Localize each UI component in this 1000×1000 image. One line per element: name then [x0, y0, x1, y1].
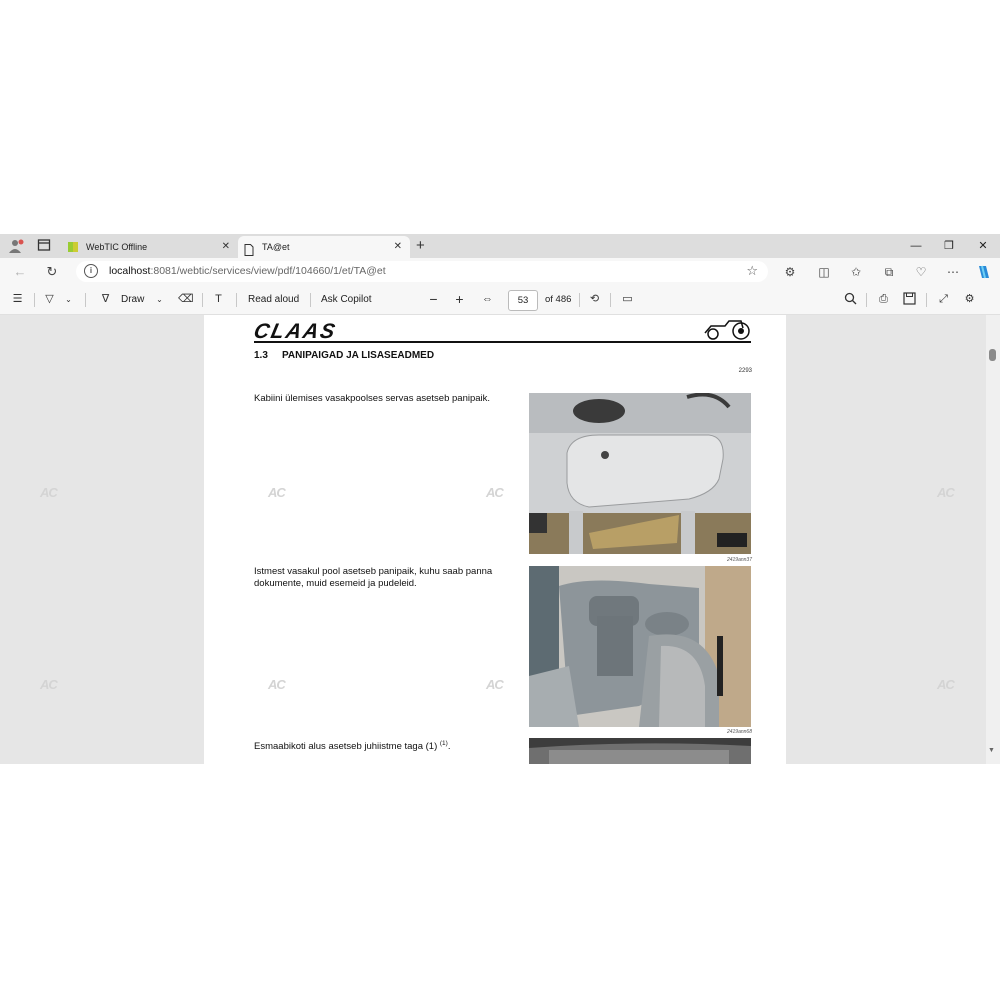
pdf-toolbar: ☰ ▽ ⌄ ∇ Draw ⌄ ⌫ T Read aloud Ask Copilo…: [0, 285, 1000, 315]
watermark: AC: [268, 677, 286, 692]
tab-strip: WebTIC Offline ✕ TA@et ✕ + — ❐ ✕: [0, 234, 1000, 258]
tab-webtic-offline[interactable]: WebTIC Offline ✕: [62, 236, 238, 258]
contents-icon[interactable]: ☰: [10, 292, 25, 307]
tab-ta-et[interactable]: TA@et ✕: [238, 236, 410, 258]
save-icon[interactable]: [902, 292, 917, 307]
watermark: AC: [486, 677, 504, 692]
paragraph: Esmaabikoti alus asetseb juhiistme taga …: [254, 740, 451, 753]
chevron-down-icon[interactable]: ⌄: [61, 292, 76, 307]
star-icon[interactable]: ☆: [746, 263, 758, 279]
page-total: of 486: [545, 294, 572, 305]
pdf-viewport[interactable]: AC AC AC AC AC AC AC AC CLAAS 1.3 PANIPA…: [0, 315, 1000, 764]
navigation-bar: ← ↻ i localhost:8081/webtic/services/vie…: [0, 258, 1000, 285]
back-icon[interactable]: ←: [12, 264, 28, 280]
separator: [34, 293, 35, 307]
text-icon[interactable]: T: [211, 292, 226, 307]
favorites-icon[interactable]: ✩: [848, 264, 864, 280]
first-aid-photo: [529, 738, 751, 764]
watermark: AC: [40, 677, 58, 692]
pdf-page: AC AC AC AC CLAAS 1.3 PANIPAIGAD JA LISA…: [204, 315, 786, 764]
eraser-icon[interactable]: ⌫: [178, 292, 194, 307]
rotate-icon[interactable]: ⟲: [587, 292, 602, 307]
separator: [866, 293, 867, 307]
image-caption: 2419ann37: [726, 557, 752, 563]
browser-window: WebTIC Offline ✕ TA@et ✕ + — ❐ ✕ ← ↻ i l…: [0, 234, 1000, 764]
info-icon[interactable]: i: [84, 264, 98, 278]
watermark: AC: [40, 485, 58, 500]
draw-button[interactable]: Draw: [121, 285, 144, 314]
page-view-icon[interactable]: ▭: [620, 292, 635, 307]
separator: [310, 293, 311, 307]
watermark: AC: [937, 677, 955, 692]
read-aloud-button[interactable]: Read aloud: [248, 285, 299, 314]
paragraph: Kabiini ülemises vasakpoolses servas ase…: [254, 393, 491, 404]
scrollbar-thumb[interactable]: [989, 349, 996, 361]
zoom-in-button[interactable]: +: [452, 292, 467, 307]
tab-title: WebTIC Offline: [86, 242, 148, 252]
separator: [85, 293, 86, 307]
watermark: AC: [937, 485, 955, 500]
tab-title: TA@et: [262, 242, 290, 252]
vertical-scrollbar[interactable]: ▲ ▼: [986, 315, 1000, 764]
browser-essentials-icon[interactable]: ♡: [913, 264, 929, 280]
webtic-favicon-icon: [68, 242, 78, 252]
separator: [610, 293, 611, 307]
profile-icon[interactable]: [8, 238, 24, 254]
split-screen-icon[interactable]: ◫: [816, 264, 832, 280]
url-text: localhost:8081/webtic/services/view/pdf/…: [109, 265, 386, 277]
highlight-icon[interactable]: ▽: [42, 292, 57, 307]
window-close-icon[interactable]: ✕: [975, 238, 991, 254]
page-number-input[interactable]: 53: [508, 290, 538, 311]
separator: [579, 293, 580, 307]
side-storage-photo: [529, 566, 751, 727]
section-number: 1.3: [254, 350, 268, 361]
header-rule: [254, 341, 751, 343]
new-tab-button[interactable]: +: [416, 237, 425, 255]
restore-icon[interactable]: ❐: [941, 238, 957, 254]
minimize-icon[interactable]: —: [908, 238, 924, 254]
zoom-out-button[interactable]: −: [426, 292, 441, 307]
separator: [926, 293, 927, 307]
close-icon[interactable]: ✕: [394, 236, 402, 258]
print-icon[interactable]: ⎙: [876, 292, 891, 307]
section-title: PANIPAIGAD JA LISASEADMED: [282, 350, 435, 361]
document-icon: [244, 242, 254, 256]
fit-page-icon[interactable]: ⇔: [480, 292, 495, 307]
scroll-down-icon[interactable]: ▼: [988, 747, 995, 754]
copilot-icon[interactable]: [976, 264, 992, 280]
paragraph: Istmest vasakul pool asetseb panipaik, k…: [254, 566, 493, 589]
cab-ceiling-photo: [529, 393, 751, 554]
chevron-down-icon[interactable]: ⌄: [152, 292, 167, 307]
page-code: 2293: [738, 368, 752, 374]
separator: [236, 293, 237, 307]
close-icon[interactable]: ✕: [222, 236, 230, 258]
more-icon[interactable]: ⋯: [945, 264, 961, 280]
watermark: AC: [268, 485, 286, 500]
separator: [202, 293, 203, 307]
draw-icon[interactable]: ∇: [98, 292, 113, 307]
settings-icon[interactable]: ⚙: [962, 292, 977, 307]
refresh-icon[interactable]: ↻: [44, 264, 60, 280]
search-icon[interactable]: [843, 292, 858, 307]
extensions-icon[interactable]: ⚙: [782, 264, 798, 280]
image-caption: 2419ann68: [726, 729, 752, 735]
watermark: AC: [486, 485, 504, 500]
tab-actions-icon[interactable]: [36, 238, 52, 254]
collections-icon[interactable]: ⧉: [881, 264, 897, 280]
address-bar[interactable]: i localhost:8081/webtic/services/view/pd…: [76, 261, 768, 282]
ask-copilot-button[interactable]: Ask Copilot: [321, 285, 372, 314]
fullscreen-icon[interactable]: ⤢: [936, 292, 951, 307]
